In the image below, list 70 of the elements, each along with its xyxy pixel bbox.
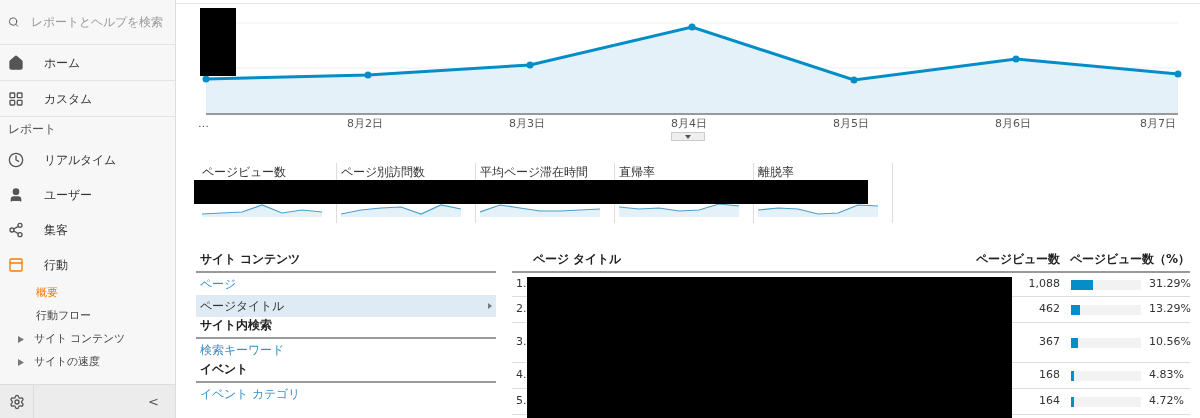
section-header: サイト コンテンツ (200, 251, 301, 268)
collapse-button[interactable]: < (148, 391, 159, 412)
expand-triangle-icon[interactable] (18, 336, 24, 343)
axis-label: … (198, 117, 209, 130)
axis-label: 8月3日 (509, 117, 545, 130)
metric-label: ページ別訪問数 (341, 165, 425, 179)
dimension-item[interactable]: イベント カテゴリ (196, 383, 496, 405)
pageviews-cell-text: 1,088 (1027, 276, 1060, 293)
pageviews-cell-text: 164 (1038, 393, 1060, 410)
rank-cell-text: 5. (515, 393, 528, 410)
rank-cell-text: 1. (515, 276, 528, 293)
nav-subitem[interactable]: 行動フロー (36, 308, 91, 325)
axis-label: 8月6日 (995, 117, 1031, 130)
rank-cell-text: 3. (515, 334, 528, 351)
section-label: レポート (7, 121, 57, 138)
rank-cell-text: 4. (515, 367, 528, 384)
redaction-box (200, 8, 236, 76)
nav-group[interactable]: サイト コンテンツ (34, 331, 126, 348)
percent-cell: 31.29% (1149, 276, 1191, 293)
nav-group[interactable]: サイトの速度 (34, 354, 100, 371)
pageviews-cell-text: 367 (1038, 334, 1060, 351)
percent-cell: 4.83% (1149, 367, 1184, 384)
search-icon (8, 14, 19, 30)
axis-label: 8月4日 (671, 117, 707, 130)
section-header: イベント (200, 361, 248, 378)
column-header: ページ タイトル (533, 251, 623, 268)
data-point (1174, 70, 1182, 78)
chart-toggle-button[interactable] (671, 132, 705, 141)
column-header: ページビュー数 (975, 251, 1060, 268)
person-icon (8, 186, 24, 203)
pageviews-cell-text: 462 (1038, 301, 1060, 318)
nav-item[interactable]: ホーム (44, 53, 80, 72)
branch-icon (8, 221, 24, 238)
axis-label: 8月5日 (833, 117, 869, 130)
data-point (364, 71, 372, 79)
percent-cell: 4.72% (1149, 393, 1184, 410)
data-point (202, 75, 210, 83)
data-point (688, 23, 696, 31)
grid-icon (8, 90, 24, 107)
home-icon (8, 54, 24, 71)
dimension-item[interactable]: 検索キーワード (196, 339, 496, 361)
window-icon (8, 256, 24, 273)
axis-label: 8月2日 (347, 117, 383, 130)
percent-cell: 13.29% (1149, 301, 1191, 318)
pageviews-cell-text: 168 (1038, 367, 1060, 384)
rank-cell-text: 2. (515, 301, 528, 318)
metric-label: 平均ページ滞在時間 (480, 165, 588, 179)
clock-icon (8, 151, 24, 168)
dimension-item[interactable]: ページ (196, 273, 496, 295)
nav-item[interactable]: 行動 (44, 255, 68, 274)
settings-icon[interactable] (8, 393, 25, 410)
nav-item[interactable]: ユーザー (44, 185, 92, 204)
search-field[interactable]: レポートとヘルプを検索 (31, 13, 167, 31)
arrow-icon (488, 303, 492, 309)
metric-label: 直帰率 (619, 165, 655, 179)
data-point (850, 76, 858, 84)
axis-label: 8月7日 (1140, 117, 1176, 130)
nav-item[interactable]: カスタム (44, 89, 92, 108)
metric-label: 離脱率 (758, 165, 794, 179)
column-header: ページビュー数（%） (1070, 251, 1191, 268)
nav-item[interactable]: リアルタイム (44, 150, 116, 169)
data-point (1012, 55, 1020, 63)
dimension-item[interactable]: ページタイトル (196, 295, 496, 317)
expand-triangle-icon[interactable] (18, 359, 24, 366)
data-point (526, 61, 534, 69)
metric-label: ページビュー数 (202, 165, 286, 179)
percent-cell: 10.56% (1149, 334, 1191, 351)
section-header: サイト内検索 (200, 317, 272, 334)
nav-item[interactable]: 集客 (44, 220, 68, 239)
caret-icon (685, 134, 691, 139)
